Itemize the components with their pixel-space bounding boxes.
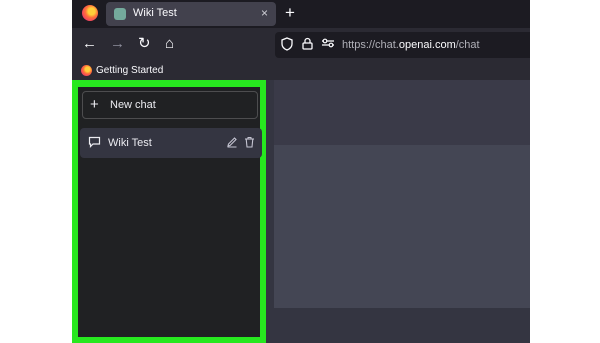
lock-icon[interactable] — [302, 37, 313, 53]
new-chat-label: New chat — [110, 99, 156, 111]
tab-wiki-test[interactable]: Wiki Test × — [106, 2, 276, 26]
url-text[interactable]: https://chat.openai.com/chat — [342, 39, 480, 51]
page-content: + New chat Wiki Test — [72, 80, 530, 343]
tab-title: Wiki Test — [133, 7, 177, 19]
new-chat-button[interactable]: + New chat — [82, 91, 258, 119]
conversation-item[interactable]: Wiki Test — [80, 128, 262, 158]
navigation-toolbar: ← → ↻ ⌂ https://chat.openai.com/chat — [72, 28, 530, 62]
openai-favicon-icon — [114, 8, 126, 20]
bookmarks-toolbar: Getting Started — [72, 62, 530, 80]
permissions-icon[interactable] — [321, 37, 335, 52]
close-icon[interactable]: × — [261, 6, 268, 20]
trash-icon[interactable] — [244, 136, 255, 151]
chat-bubble-icon — [88, 136, 101, 151]
address-bar[interactable]: https://chat.openai.com/chat — [275, 32, 530, 58]
chat-sidebar: + New chat Wiki Test — [72, 80, 266, 343]
conversation-title: Wiki Test — [108, 137, 152, 149]
firefox-icon[interactable] — [82, 5, 98, 21]
home-icon[interactable]: ⌂ — [165, 36, 174, 52]
chat-header — [274, 80, 530, 145]
reload-icon[interactable]: ↻ — [138, 36, 151, 52]
shield-icon[interactable] — [281, 37, 293, 54]
tab-strip: Wiki Test × + — [72, 0, 530, 28]
new-tab-button[interactable]: + — [285, 3, 295, 23]
back-arrow-icon[interactable]: ← — [82, 36, 97, 52]
browser-window: Wiki Test × + ← → ↻ ⌂ https://chat.opena… — [72, 0, 530, 343]
firefox-icon — [81, 65, 92, 76]
chat-main — [274, 145, 530, 308]
plus-icon: + — [90, 96, 99, 113]
edit-pencil-icon[interactable] — [226, 136, 238, 151]
chat-footer — [274, 308, 530, 343]
bookmark-getting-started[interactable]: Getting Started — [96, 65, 163, 76]
forward-arrow-icon[interactable]: → — [110, 36, 125, 52]
